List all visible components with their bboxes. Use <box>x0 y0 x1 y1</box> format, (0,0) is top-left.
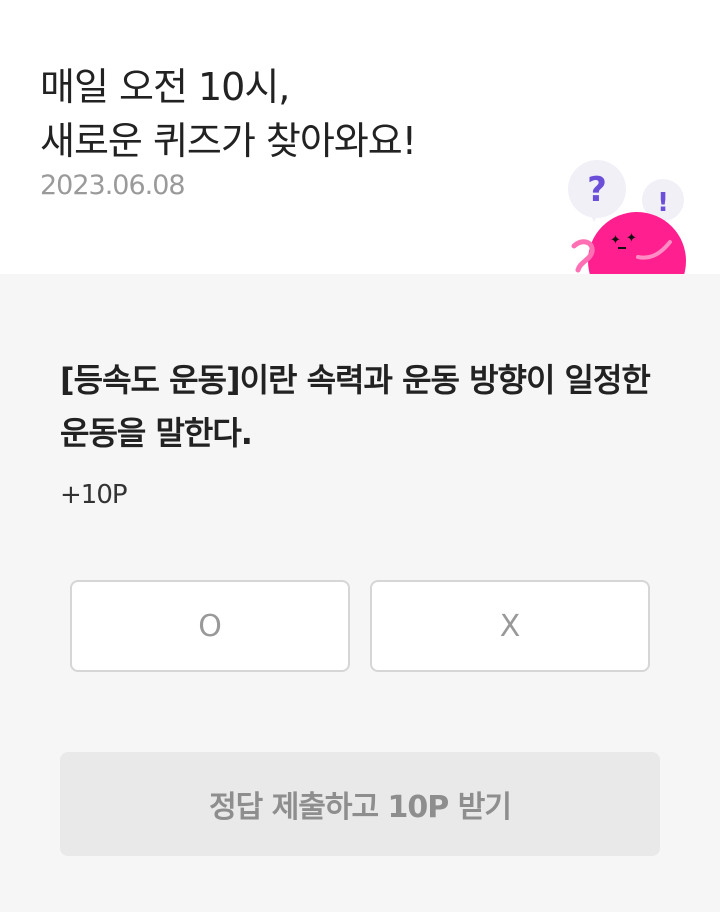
quiz-question: [등속도 운동]이란 속력과 운동 방향이 일정한 운동을 말한다. <box>60 361 651 452</box>
quiz-header: 매일 오전 10시, 새로운 퀴즈가 찾아와요! 2023.06.08 ? ! … <box>0 0 720 274</box>
answer-o-button[interactable]: O <box>70 580 350 672</box>
mascot-exclamation-mark: ! <box>657 188 669 218</box>
svg-text:✦: ✦ <box>610 233 621 248</box>
reward-points: +10P <box>60 480 128 510</box>
answer-x-button[interactable]: X <box>370 580 650 672</box>
mascot-icon: ? ! ✦ ✦ <box>568 160 686 274</box>
title-line-2: 새로운 퀴즈가 찾아와요! <box>40 119 417 163</box>
quiz-panel: [등속도 운동]이란 속력과 운동 방향이 일정한 운동을 말한다. +10P … <box>0 274 720 912</box>
submit-answer-button[interactable]: 정답 제출하고 10P 받기 <box>60 752 660 856</box>
quiz-date: 2023.06.08 <box>40 170 186 201</box>
svg-text:✦: ✦ <box>626 231 637 246</box>
title-line-1: 매일 오전 10시, <box>40 65 290 109</box>
mascot-illustration: ? ! ✦ ✦ <box>560 150 700 274</box>
page-title: 매일 오전 10시, 새로운 퀴즈가 찾아와요! <box>40 60 417 168</box>
mascot-question-mark: ? <box>587 170 607 210</box>
